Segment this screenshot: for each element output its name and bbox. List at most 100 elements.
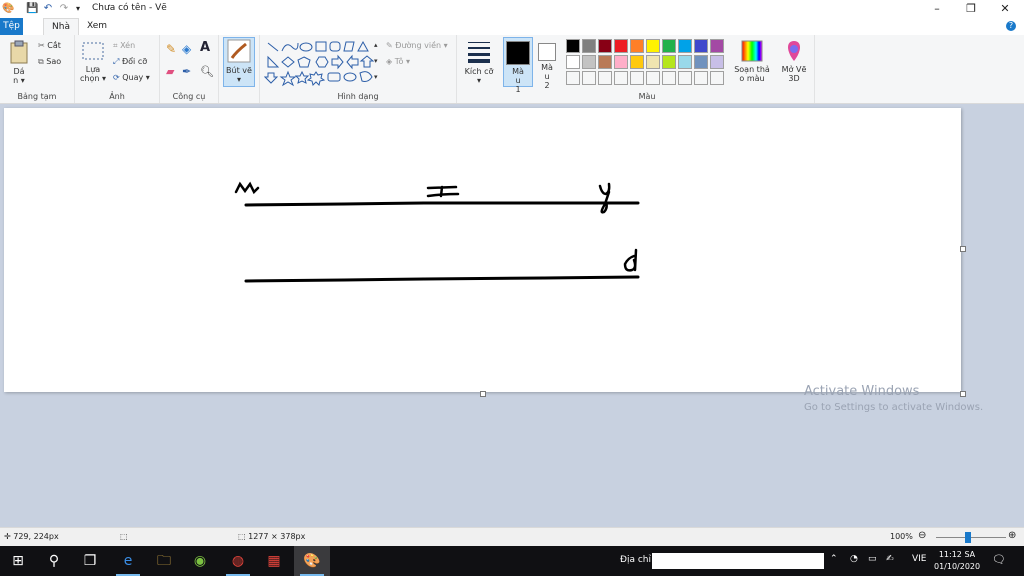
color-swatch[interactable] xyxy=(566,71,580,85)
undo-icon[interactable]: ↶ xyxy=(42,3,54,15)
address-input[interactable] xyxy=(652,553,824,569)
fill-button[interactable]: ◈ Tô ▾ xyxy=(386,57,410,66)
minimize-button[interactable]: – xyxy=(920,0,954,18)
windows-start-icon[interactable]: ⊞ xyxy=(0,546,36,576)
pen-icon[interactable]: ✍ xyxy=(886,554,894,564)
rotate-button[interactable]: ⟳ Quay ▾ xyxy=(113,73,150,82)
cut-button[interactable]: ✂ Cắt xyxy=(38,41,61,50)
crop-button[interactable]: ⌗ Xén xyxy=(113,41,135,50)
help-icon[interactable]: ? xyxy=(1006,21,1016,31)
tab-view[interactable]: Xem xyxy=(82,18,112,35)
close-button[interactable]: ✕ xyxy=(988,0,1022,18)
drawing-canvas[interactable] xyxy=(4,108,961,392)
outline-button[interactable]: ✎ Đường viền ▾ xyxy=(386,41,448,50)
shapes-expand-icon[interactable]: ▾ xyxy=(374,73,378,82)
zoom-out-icon[interactable]: ⊖ xyxy=(918,530,926,541)
app-green-icon[interactable]: ◉ xyxy=(182,546,218,576)
color-swatch[interactable] xyxy=(710,71,724,85)
crop-icon: ⌗ xyxy=(113,41,118,50)
search-icon[interactable]: ⚲ xyxy=(36,546,72,576)
fill-bucket-icon[interactable]: ◈ xyxy=(182,43,191,55)
file-explorer-icon[interactable]: 🗀 xyxy=(146,546,182,576)
canvas-resize-handle-right[interactable] xyxy=(960,246,966,252)
zoom-slider-track[interactable] xyxy=(936,537,1006,538)
eraser-icon[interactable]: ▰ xyxy=(166,66,174,77)
canvas-size-icon: ⬚ xyxy=(238,532,246,541)
color-swatch[interactable] xyxy=(614,55,628,69)
quick-access-dropdown-icon[interactable]: ▾ xyxy=(72,3,84,15)
edge-browser-icon[interactable]: e xyxy=(110,546,146,576)
system-clock[interactable]: 11:12 SA 01/10/2020 xyxy=(934,549,980,573)
drawing-layer[interactable] xyxy=(4,108,961,392)
paint3d-button[interactable]: Mở Vẽ 3D xyxy=(776,39,812,83)
color-swatch[interactable] xyxy=(710,39,724,53)
maximize-button[interactable]: ❐ xyxy=(954,0,988,18)
notification-icon[interactable]: 🗨 xyxy=(992,553,1006,566)
color-swatch[interactable] xyxy=(630,71,644,85)
app-red-icon[interactable]: ▦ xyxy=(256,546,292,576)
color-swatch[interactable] xyxy=(694,39,708,53)
color-swatch[interactable] xyxy=(678,39,692,53)
color-swatch[interactable] xyxy=(646,71,660,85)
canvas-size: ⬚ 1277 × 378px xyxy=(238,532,306,541)
language-indicator[interactable]: VIE xyxy=(912,554,927,564)
network-icon[interactable]: ◔ xyxy=(850,554,858,564)
zoom-slider-thumb[interactable] xyxy=(965,532,971,543)
ribbon: Dá n ▾ ✂ Cắt ⧉ Sao Bảng tạm Lựa chọn ▾ ⌗… xyxy=(0,35,1024,104)
color-picker-icon[interactable]: ✒ xyxy=(182,66,191,77)
color-swatch[interactable] xyxy=(566,39,580,53)
color-swatch[interactable] xyxy=(662,39,676,53)
color-swatch[interactable] xyxy=(582,71,596,85)
select-button[interactable]: Lựa chọn ▾ xyxy=(79,41,107,83)
chrome-icon[interactable]: ◍ xyxy=(220,546,256,576)
color-swatch[interactable] xyxy=(566,55,580,69)
text-icon[interactable]: A xyxy=(200,41,210,54)
shapes-scroll-up-icon[interactable]: ▴ xyxy=(374,41,378,50)
scissors-icon: ✂ xyxy=(38,41,45,50)
color1-button[interactable]: Mà u 1 xyxy=(503,37,533,94)
canvas-resize-handle-bottom[interactable] xyxy=(480,391,486,397)
color-swatch[interactable] xyxy=(662,71,676,85)
color-swatch[interactable] xyxy=(646,39,660,53)
zoom-in-icon[interactable]: ⊕ xyxy=(1008,530,1016,541)
pencil-icon[interactable]: ✎ xyxy=(166,43,176,55)
paint-taskbar-icon[interactable]: 🎨 xyxy=(294,546,330,576)
copy-button[interactable]: ⧉ Sao xyxy=(38,57,61,66)
color-swatch[interactable] xyxy=(646,55,660,69)
brushes-button[interactable]: Bút vẽ ▾ xyxy=(223,37,255,87)
color-swatch[interactable] xyxy=(694,71,708,85)
color-swatch[interactable] xyxy=(582,39,596,53)
color-swatch[interactable] xyxy=(630,39,644,53)
paint-app-icon[interactable]: 🎨 xyxy=(2,3,14,15)
color-swatch[interactable] xyxy=(598,39,612,53)
color2-button[interactable]: Mà u 2 xyxy=(536,37,558,90)
magnifier-icon[interactable]: 🔍︎ xyxy=(200,66,214,77)
tab-file[interactable]: Tệp xyxy=(0,18,23,35)
paste-button[interactable]: Dá n ▾ xyxy=(6,39,32,85)
canvas-workspace[interactable] xyxy=(0,104,1024,526)
resize-button[interactable]: ⤢ Đổi cỡ xyxy=(113,57,147,66)
color-swatch[interactable] xyxy=(678,71,692,85)
color-swatch[interactable] xyxy=(662,55,676,69)
task-view-icon[interactable]: ❐ xyxy=(72,546,108,576)
shapes-scroll-down-icon[interactable]: ▾ xyxy=(374,57,378,66)
color-swatch[interactable] xyxy=(598,71,612,85)
color-swatch[interactable] xyxy=(630,55,644,69)
redo-icon[interactable]: ↷ xyxy=(58,3,70,15)
edit-colors-group: Soạn thả o màu xyxy=(732,35,772,103)
tray-expand-icon[interactable]: ⌃ xyxy=(830,554,838,564)
shapes-gallery[interactable] xyxy=(264,39,380,87)
color-swatch[interactable] xyxy=(614,39,628,53)
color-swatch[interactable] xyxy=(694,55,708,69)
save-icon[interactable]: 💾 xyxy=(26,3,38,15)
color-swatch[interactable] xyxy=(582,55,596,69)
battery-icon[interactable]: ▭ xyxy=(868,554,877,564)
tab-home[interactable]: Nhà xyxy=(43,18,79,36)
edit-colors-button[interactable]: Soạn thả o màu xyxy=(734,39,770,83)
color-swatch[interactable] xyxy=(598,55,612,69)
color-swatch[interactable] xyxy=(614,71,628,85)
color-swatch[interactable] xyxy=(710,55,724,69)
color1-swatch xyxy=(506,41,530,65)
color-swatch[interactable] xyxy=(678,55,692,69)
size-button[interactable]: Kích cỡ ▾ xyxy=(463,39,495,85)
